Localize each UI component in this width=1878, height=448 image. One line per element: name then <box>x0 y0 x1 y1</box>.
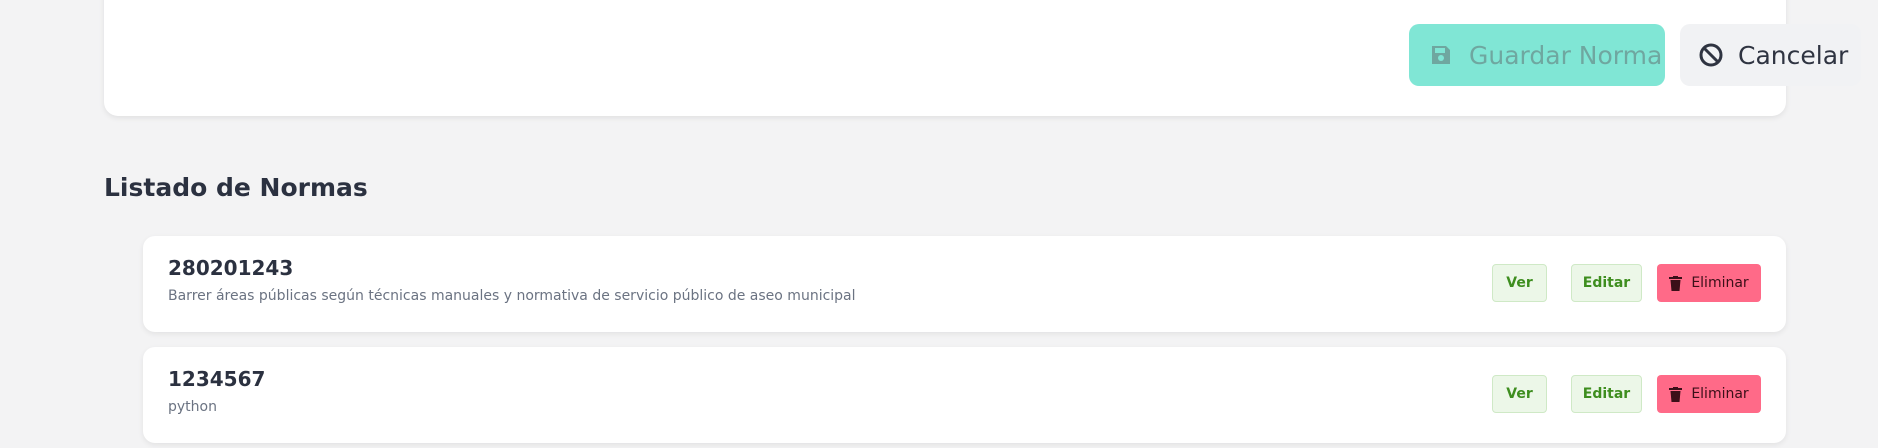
norm-list-item: 1234567 python Ver Editar Eliminar <box>143 347 1786 443</box>
save-norm-label: Guardar Norma <box>1469 40 1663 70</box>
norm-list-title: Listado de Normas <box>104 173 368 202</box>
delete-button[interactable]: Eliminar <box>1657 264 1761 302</box>
norm-code: 1234567 <box>168 367 266 391</box>
delete-button[interactable]: Eliminar <box>1657 375 1761 413</box>
norm-description: python <box>168 399 217 415</box>
delete-label: Eliminar <box>1691 275 1749 291</box>
delete-label: Eliminar <box>1691 386 1749 402</box>
cancel-label: Cancelar <box>1738 40 1849 70</box>
floppy-disk-icon <box>1429 42 1455 68</box>
norm-code: 280201243 <box>168 256 294 280</box>
ban-icon <box>1698 41 1726 69</box>
edit-button[interactable]: Editar <box>1571 375 1642 413</box>
norm-list-item: 280201243 Barrer áreas públicas según té… <box>143 236 1786 332</box>
norm-form-card: Guardar Norma Cancelar <box>104 0 1861 116</box>
edit-button[interactable]: Editar <box>1571 264 1642 302</box>
save-norm-button[interactable]: Guardar Norma <box>1409 24 1665 86</box>
view-button[interactable]: Ver <box>1492 375 1547 413</box>
trash-icon <box>1669 275 1683 291</box>
trash-icon <box>1669 386 1683 402</box>
norm-description: Barrer áreas públicas según técnicas man… <box>168 288 856 304</box>
cancel-button[interactable]: Cancelar <box>1680 24 1861 86</box>
view-button[interactable]: Ver <box>1492 264 1547 302</box>
